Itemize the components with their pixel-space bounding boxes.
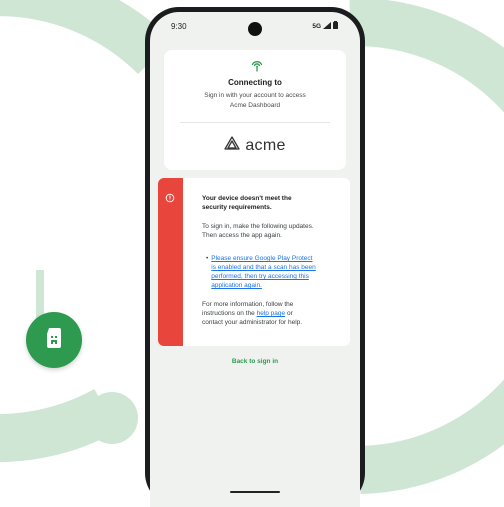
ring-end-cap <box>86 392 138 444</box>
battery-icon <box>333 21 338 31</box>
wifi-broadcast-icon <box>250 58 264 77</box>
phone-screen: 9:30 5G Connecting to Sign in with your … <box>150 12 360 507</box>
acme-triangle-icon <box>224 136 240 155</box>
error-stripe <box>158 178 183 346</box>
error-title-line-2: security requirements. <box>202 204 272 211</box>
ring-arc <box>0 0 172 463</box>
subtitle-line-1: Sign in with your account to access <box>204 92 306 99</box>
help-page-link[interactable]: help page <box>257 310 286 317</box>
bullet-line-2: is enabled and that a scan has been <box>211 264 316 271</box>
divider <box>180 122 330 123</box>
more-info-text: For more information, follow the instruc… <box>202 300 340 327</box>
sim-card-badge <box>26 312 82 368</box>
more-line-3: contact your administrator for help. <box>202 319 303 326</box>
home-indicator[interactable] <box>230 491 280 493</box>
acme-logo: acme <box>164 136 346 155</box>
play-protect-link[interactable]: Please ensure Google Play Protect is ena… <box>211 254 315 290</box>
error-body-line-1: To sign in, make the following updates. <box>202 223 314 230</box>
error-title: Your device doesn't meet the security re… <box>202 194 336 212</box>
bullet-dot: • <box>206 255 209 262</box>
status-icons: 5G <box>312 21 338 31</box>
phone-frame: 9:30 5G Connecting to Sign in with your … <box>145 7 365 507</box>
connecting-subtitle: Sign in with your account to access Acme… <box>170 91 340 111</box>
more-line-1: For more information, follow the <box>202 301 294 308</box>
back-to-sign-in-link[interactable]: Back to sign in <box>150 358 360 365</box>
error-title-line-1: Your device doesn't meet the <box>202 195 292 202</box>
more-line-2: instructions on the help page or <box>202 309 340 318</box>
ring-arc-right <box>349 0 504 494</box>
network-label: 5G <box>312 22 321 30</box>
error-body-line-2: Then access the app again. <box>202 232 282 239</box>
connect-card: Connecting to Sign in with your account … <box>164 50 346 170</box>
subtitle-line-2: Acme Dashboard <box>229 102 281 109</box>
error-body: To sign in, make the following updates. … <box>202 222 340 240</box>
requirement-list-item: • Please ensure Google Play Protect is e… <box>206 254 338 290</box>
status-bar: 9:30 5G <box>150 12 360 52</box>
more-prefix: instructions on the <box>202 310 255 317</box>
error-card: Your device doesn't meet the security re… <box>158 178 350 346</box>
connecting-title: Connecting to <box>228 78 282 87</box>
signal-icon <box>323 21 331 31</box>
camera-hole <box>248 22 262 36</box>
status-time: 9:30 <box>171 22 187 31</box>
bullet-line-4: application again. <box>211 282 262 289</box>
bullet-line-1: Please ensure Google Play Protect <box>211 255 313 262</box>
more-suffix: or <box>286 310 293 317</box>
error-icon <box>165 190 175 208</box>
sim-card-icon <box>43 326 65 355</box>
acme-logo-text: acme <box>245 136 286 154</box>
bullet-line-3: performed, then try accessing this <box>211 273 309 280</box>
